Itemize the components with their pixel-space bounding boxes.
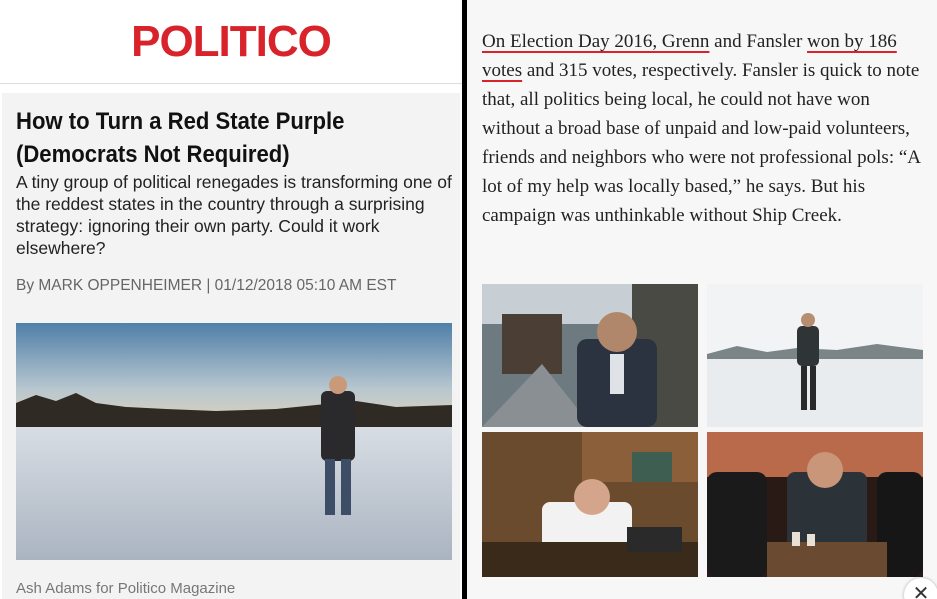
article-dek: A tiny group of political renegades is t… <box>16 172 452 258</box>
photo-thumbnail[interactable] <box>707 284 923 427</box>
article-headline[interactable]: How to Turn a Red State Purple (Democrat… <box>16 105 402 171</box>
photo-thumbnail[interactable] <box>482 432 698 577</box>
photo-thumbnail[interactable] <box>707 432 923 577</box>
photo-caption: Ash Adams for Politico Magazine <box>16 580 236 597</box>
article-byline: By MARK OPPENHEIMER | 01/12/2018 05:10 A… <box>16 277 397 294</box>
politico-logo[interactable]: POLITICO <box>131 17 332 67</box>
hero-photo <box>16 323 452 560</box>
photo-thumbnail[interactable] <box>482 284 698 427</box>
article-paragraph: On Election Day 2016, Grenn and Fansler … <box>482 27 922 230</box>
right-screenshot-panel: On Election Day 2016, Grenn and Fansler … <box>467 0 937 599</box>
left-screenshot-panel: POLITICO How to Turn a Red State Purple … <box>0 0 462 599</box>
paragraph-text: and Fansler <box>709 31 808 52</box>
underlined-phrase-election-day: On Election Day 2016, Grenn <box>482 31 710 52</box>
article-card: How to Turn a Red State Purple (Democrat… <box>2 93 460 599</box>
close-icon: ✕ <box>912 583 930 599</box>
close-button[interactable]: ✕ <box>904 578 937 599</box>
site-header: POLITICO <box>0 0 462 84</box>
paragraph-text: and 315 votes, respectively. Fansler is … <box>482 60 920 226</box>
